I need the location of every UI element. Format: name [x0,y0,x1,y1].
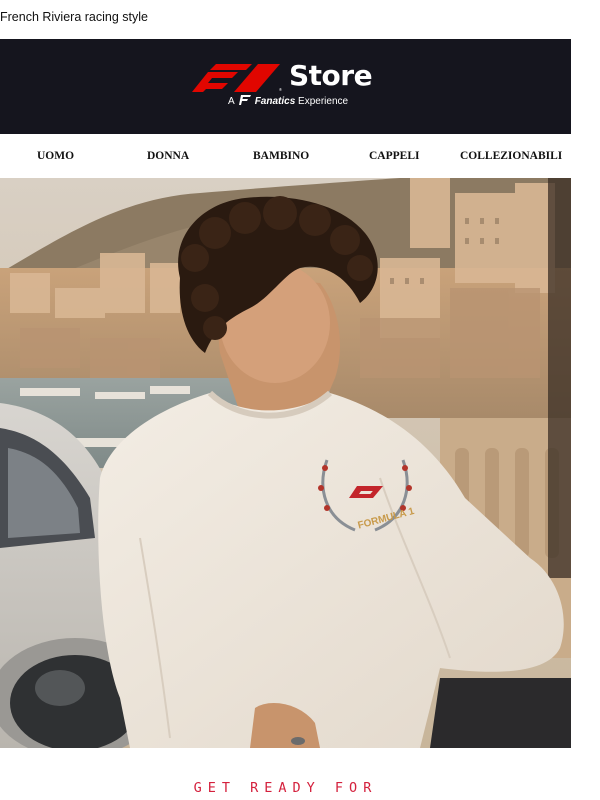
f1-store-logo[interactable]: ® Store A Fanatics Experience [186,59,386,111]
fanatics-tagline: A Fanatics Experience [228,95,348,107]
nav-item-donna[interactable]: DONNA [147,150,189,162]
nav-item-cappeli[interactable]: CAPPELI [369,150,419,162]
hero-photo: FORMULA 1 [0,178,571,748]
nav-item-uomo[interactable]: UOMO [37,150,74,162]
tagline-brand: Fanatics [254,96,296,107]
cta-headline: GET READY FOR [193,780,378,796]
fanatics-icon [238,95,251,105]
nav-item-bambino[interactable]: BAMBINO [253,150,309,162]
tagline-suffix: Experience [298,96,349,107]
category-nav: UOMO DONNA BAMBINO CAPPELI COLLEZIONABIL… [0,134,571,178]
hero-image[interactable]: FORMULA 1 [0,178,571,748]
nav-item-collezionabili[interactable]: COLLEZIONABILI [460,150,562,162]
store-header: ® Store A Fanatics Experience [0,39,571,134]
tagline-prefix: A [228,96,235,107]
preheader-text: French Riviera racing style [0,10,148,24]
svg-text:®: ® [279,87,282,92]
f1-logo-icon: ® [192,64,282,92]
store-wordmark: Store [289,59,373,92]
